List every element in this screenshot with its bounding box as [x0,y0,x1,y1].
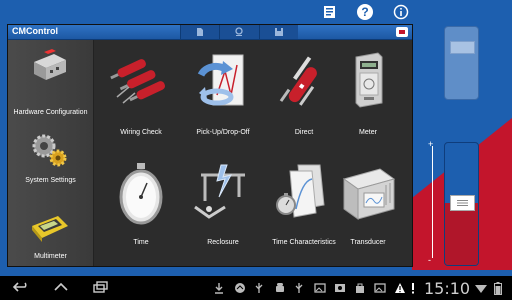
flag-icon[interactable] [396,27,408,37]
meter-icon [355,52,383,108]
window-title: CMControl [12,26,58,36]
back-nav-icon[interactable] [12,280,30,297]
level-slider-fill [445,203,478,265]
status-clock: 15:10 [424,279,471,298]
transducer-label: Transducer [350,239,386,246]
alert-icon [410,282,416,297]
meter-label: Meter [359,129,377,136]
slider-scale-line [432,146,433,258]
top-slider[interactable] [444,26,479,100]
slider-minus-label: - [428,255,431,265]
image-icon-2 [374,282,386,297]
system-settings-label: System Settings [25,177,76,184]
recent-apps-nav-icon[interactable] [92,280,110,297]
hardware-configuration-label: Hardware Configuration [13,109,88,116]
title-bar: CMControl [8,25,412,40]
wiring-check-label: Wiring Check [120,129,162,136]
multimeter-label: Multimeter [34,253,67,260]
chat-icon [234,282,246,297]
android-icon [274,282,286,297]
screenshot-icon [334,282,346,297]
level-slider-handle[interactable] [450,195,475,211]
main-window: CMControl Hardware Configuration System … [7,24,413,267]
transducer-icon [342,168,396,220]
battery-icon [494,282,502,298]
save-icon [274,28,283,36]
help-icon[interactable]: ? [357,4,373,20]
wifi-icon [474,282,488,297]
info-icon[interactable] [393,4,409,20]
download-icon [214,282,224,297]
gears-icon [32,134,67,167]
image-icon [314,282,326,297]
multimeter-icon [32,216,68,242]
reclosure-label: Reclosure [207,239,239,246]
level-slider[interactable] [444,142,479,266]
bag-icon [354,282,366,297]
top-slider-handle[interactable] [450,41,475,54]
time-label: Time [133,239,149,246]
pin-icon [235,27,244,36]
location-button[interactable] [219,25,258,39]
slider-plus-label: + [428,139,434,149]
pickup-dropoff-arrows-icon [197,54,244,106]
book-icon[interactable] [322,4,338,20]
usb-icon-2 [294,282,304,297]
toolbar [180,25,298,39]
system-taskbar: 15:10 [0,276,512,300]
hardware-box-icon [34,49,66,80]
warning-icon [394,282,406,297]
save-button[interactable] [258,25,298,39]
stopwatch-icon [119,163,163,225]
pickup-dropoff-label: Pick-Up/Drop-Off [196,129,250,136]
document-icon [197,28,204,36]
document-button[interactable] [180,25,219,39]
reclosure-lightning-icon [194,164,245,219]
wiring-plugs-icon [110,59,165,104]
swiss-knife-icon [279,56,317,106]
time-characteristics-icon [276,164,325,218]
home-nav-icon[interactable] [52,280,70,297]
usb-icon [254,282,264,297]
left-panel: Hardware Configuration System Settings M… [8,40,94,266]
